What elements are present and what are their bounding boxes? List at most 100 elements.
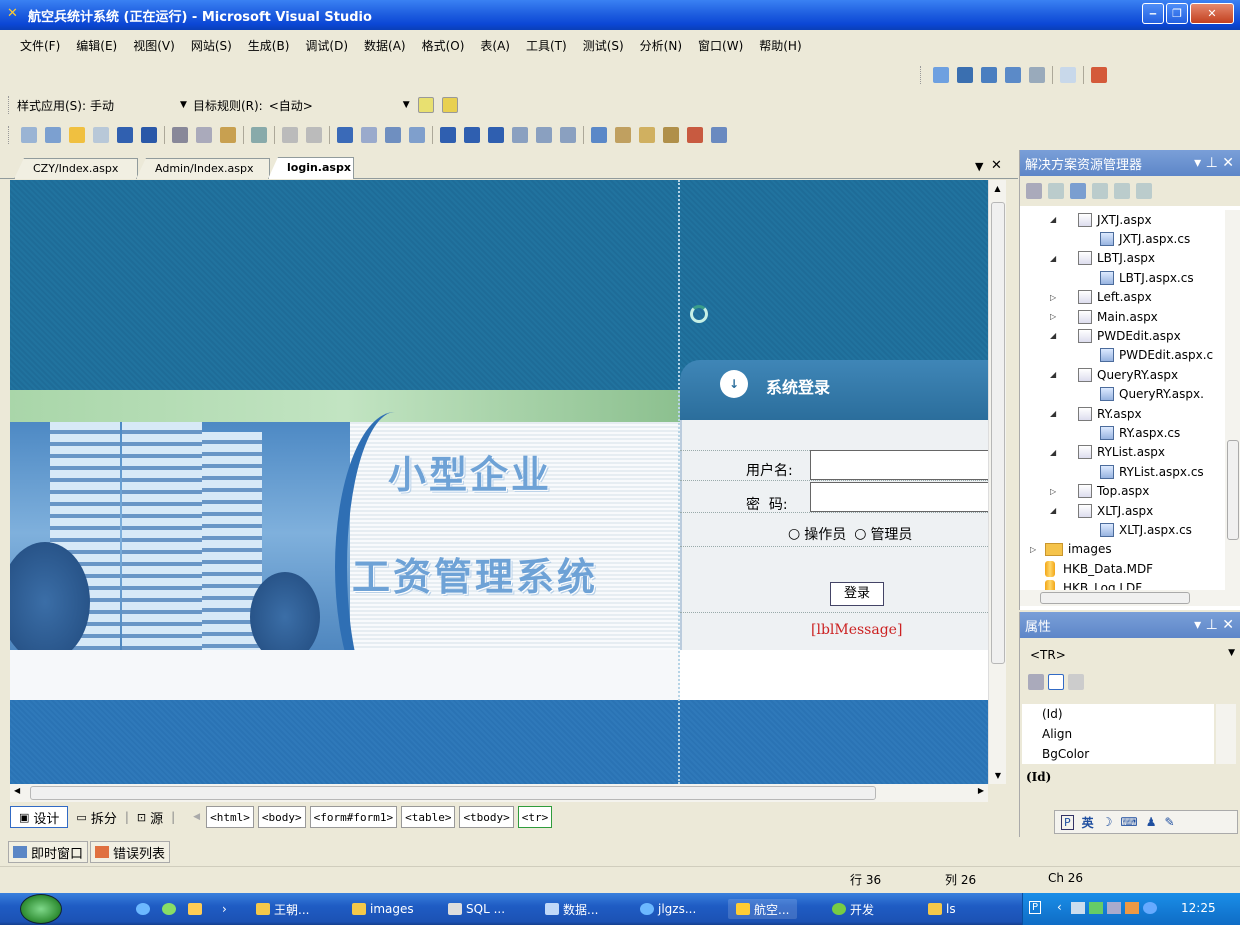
scroll-thumb[interactable]	[1227, 440, 1239, 540]
split-view-button[interactable]: ▭ 拆分	[68, 806, 124, 828]
expand-icon[interactable]: ▷	[1030, 545, 1040, 554]
quick-launch-more-icon[interactable]: ›	[222, 899, 227, 919]
new-style-icon[interactable]	[417, 97, 434, 113]
moon-icon[interactable]: ☽	[1102, 815, 1113, 829]
menu-analyze[interactable]: 分析(N)	[640, 37, 682, 54]
menu-test[interactable]: 测试(S)	[583, 37, 624, 54]
layout-icon[interactable]	[1005, 67, 1021, 83]
properties-icon[interactable]	[615, 127, 631, 143]
user-icon[interactable]: ♟	[1146, 815, 1157, 829]
collapse-icon[interactable]: ◢	[1050, 370, 1060, 379]
scroll-thumb[interactable]	[991, 202, 1005, 664]
design-surface[interactable]: 小型企业 工资管理系统 ↓ 系统登录 用户名: 密 码: ○ 操作员 ○ 管理员…	[10, 180, 988, 784]
menu-build[interactable]: 生成(B)	[248, 37, 290, 54]
property-row[interactable]: Align	[1022, 724, 1214, 744]
menu-edit[interactable]: 编辑(E)	[76, 37, 117, 54]
tree-vertical-scrollbar[interactable]	[1225, 210, 1240, 590]
stop-icon[interactable]	[488, 127, 504, 143]
menu-data[interactable]: 数据(A)	[364, 37, 406, 54]
uncomment-icon[interactable]	[306, 127, 322, 143]
tree-item[interactable]: ◢ QueryRY.aspx	[1050, 365, 1178, 384]
tray-expand-icon[interactable]: ‹	[1057, 900, 1062, 914]
solution-explorer-icon[interactable]	[591, 127, 607, 143]
target-rule-select[interactable]: <自动>	[269, 97, 403, 114]
panel-controls-icon[interactable]: ▾ ⊥ ✕	[1194, 155, 1234, 171]
properties-title-bar[interactable]: 属性 ▾ ⊥ ✕	[1020, 612, 1240, 638]
toolbox-icon[interactable]	[663, 127, 679, 143]
dropdown-arrow-icon[interactable]: ▼	[403, 100, 410, 110]
operator-label[interactable]: 操作员	[804, 524, 846, 544]
solution-explorer-title-bar[interactable]: 解决方案资源管理器 ▾ ⊥ ✕	[1020, 150, 1240, 176]
tree-item[interactable]: LBTJ.aspx.cs	[1100, 268, 1194, 287]
tree-item[interactable]: HKB_Log.LDF	[1030, 579, 1142, 590]
tree-item[interactable]: ▷ Main.aspx	[1050, 307, 1158, 326]
object-selector[interactable]: <TR> ▼	[1030, 648, 1235, 662]
tree-item[interactable]: ▷ images	[1030, 540, 1112, 559]
login-button[interactable]: 登录	[830, 582, 884, 606]
tag-body[interactable]: <body>	[257, 806, 306, 828]
tree-item[interactable]: HKB_Data.MDF	[1030, 559, 1153, 578]
tab-list-dropdown-icon[interactable]: ▼	[975, 160, 983, 173]
tree-item[interactable]: ◢ RY.aspx	[1050, 404, 1142, 423]
menu-table[interactable]: 表(A)	[480, 37, 510, 54]
pause-icon[interactable]	[464, 127, 480, 143]
link-icon[interactable]	[1060, 67, 1076, 83]
tab-error-list[interactable]: 错误列表	[90, 841, 171, 863]
tab-login[interactable]: login.aspx	[268, 157, 354, 179]
close-button[interactable]: ✕	[1190, 3, 1234, 24]
property-pages-icon[interactable]	[1068, 674, 1084, 690]
ime-mode[interactable]: 英	[1082, 814, 1094, 831]
taskbar-item-database[interactable]: 数据...	[545, 899, 598, 919]
tag-html[interactable]: <html>	[206, 806, 254, 828]
scroll-thumb[interactable]	[1040, 592, 1190, 604]
nest-files-icon[interactable]	[1070, 183, 1086, 199]
find-icon[interactable]	[251, 127, 267, 143]
new-project-icon[interactable]	[21, 127, 37, 143]
tree-item[interactable]: JXTJ.aspx.cs	[1100, 229, 1190, 248]
ime-logo-icon[interactable]: P	[1061, 814, 1074, 830]
tree-item[interactable]: ◢ RYList.aspx	[1050, 443, 1165, 462]
refresh-icon[interactable]	[1048, 183, 1064, 199]
tab-admin-index[interactable]: Admin/Index.aspx	[136, 158, 270, 179]
scroll-down-icon[interactable]: ▼	[989, 771, 1007, 780]
close-tab-icon[interactable]: ✕	[991, 158, 1002, 173]
continue-icon[interactable]	[440, 127, 456, 143]
tool-icon[interactable]	[1091, 67, 1107, 83]
taskbar-item-aviation[interactable]: 航空...	[728, 899, 798, 919]
minimize-button[interactable]: ‒	[1142, 3, 1164, 24]
admin-label[interactable]: 管理员	[870, 524, 912, 544]
categorized-icon[interactable]	[1028, 674, 1044, 690]
clock[interactable]: 12:25	[1181, 901, 1216, 915]
menu-window[interactable]: 窗口(W)	[698, 37, 743, 54]
save-all-icon[interactable]	[141, 127, 157, 143]
tag-table[interactable]: <table>	[401, 806, 456, 828]
navigate-forward-icon[interactable]	[409, 127, 425, 143]
panel-controls-icon[interactable]: ▾ ⊥ ✕	[1194, 617, 1234, 633]
tree-item[interactable]: RYList.aspx.cs	[1100, 462, 1204, 481]
command-window-icon[interactable]	[711, 127, 727, 143]
menu-tools[interactable]: 工具(T)	[526, 37, 567, 54]
save-icon[interactable]	[117, 127, 133, 143]
wrench-icon[interactable]: ✎	[1165, 815, 1175, 829]
tag-form[interactable]: <form#form1>	[309, 806, 398, 828]
toolbar-grip[interactable]	[920, 66, 923, 84]
expand-icon[interactable]: ▷	[1050, 293, 1060, 302]
step-icon[interactable]	[933, 67, 949, 83]
security-tray-icon[interactable]	[1125, 902, 1139, 914]
design-horizontal-scrollbar[interactable]: ◀ ▶	[10, 784, 988, 802]
password-input[interactable]	[810, 482, 988, 512]
property-row[interactable]: (Id)	[1022, 704, 1214, 724]
quick-launch-app-icon[interactable]	[162, 899, 180, 919]
style-apply-select[interactable]: 手动	[90, 97, 180, 114]
add-new-icon[interactable]	[93, 127, 109, 143]
start-page-icon[interactable]	[687, 127, 703, 143]
open-folder-icon[interactable]	[69, 127, 85, 143]
quick-launch-ie-icon[interactable]	[136, 899, 154, 919]
collapse-icon[interactable]: ◢	[1050, 331, 1060, 340]
tree-item[interactable]: ◢ LBTJ.aspx	[1050, 249, 1155, 268]
tree-item[interactable]: QueryRY.aspx.	[1100, 385, 1204, 404]
taskbar-item-jlgzs[interactable]: jlgzs...	[640, 899, 696, 919]
username-input[interactable]	[810, 450, 988, 480]
taskbar-item-dev[interactable]: 开发	[832, 899, 874, 919]
menu-file[interactable]: 文件(F)	[20, 37, 60, 54]
